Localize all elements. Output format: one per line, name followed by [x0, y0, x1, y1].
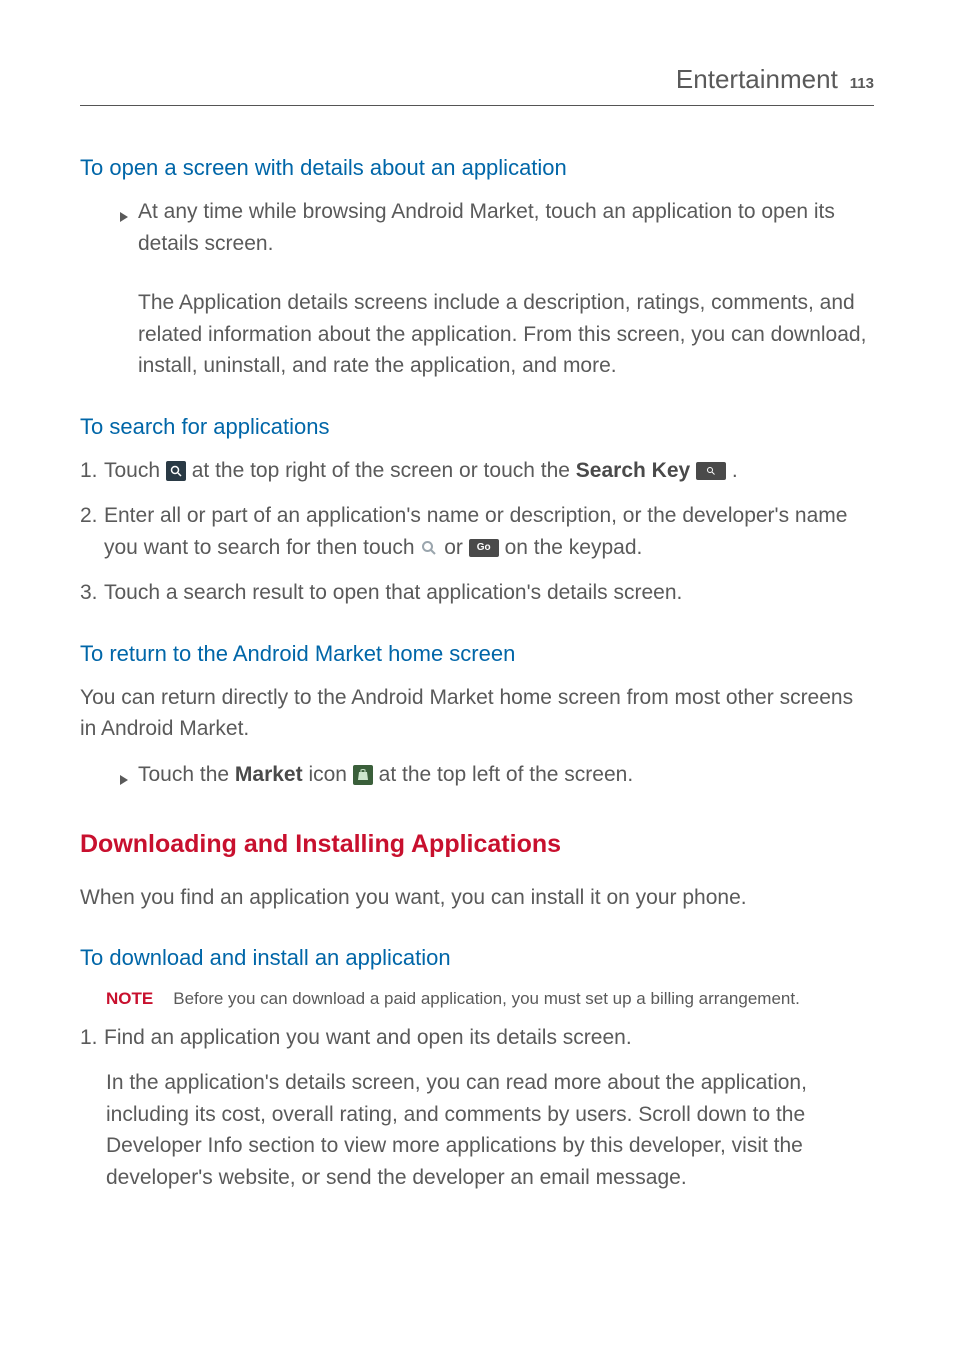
list-text: Touch a search result to open that appli…	[104, 577, 682, 609]
text-fragment: Touch the	[138, 763, 235, 786]
bullet-item: Touch the Market icon at the top left of…	[120, 759, 874, 795]
triangle-bullet-icon	[120, 200, 128, 232]
bullet-item: At any time while browsing Android Marke…	[120, 196, 874, 273]
list-item: 3. Touch a search result to open that ap…	[80, 577, 874, 609]
paragraph: In the application's details screen, you…	[80, 1067, 874, 1193]
numbered-list: 1. Touch at the top right of the screen …	[80, 455, 874, 609]
list-number: 1.	[80, 1022, 104, 1054]
search-key-icon	[696, 462, 726, 480]
market-label: Market	[235, 763, 303, 786]
text-fragment: at the top left of the screen.	[379, 763, 634, 786]
text-fragment: or	[444, 536, 469, 559]
list-item: 1. Find an application you want and open…	[80, 1022, 874, 1054]
search-key-label: Search Key	[576, 459, 690, 482]
note-label: NOTE	[106, 986, 153, 1012]
note-row: NOTE Before you can download a paid appl…	[80, 986, 874, 1012]
note-text: Before you can download a paid applicati…	[173, 986, 800, 1012]
numbered-list: 1. Find an application you want and open…	[80, 1022, 874, 1054]
magnify-icon	[420, 539, 438, 557]
paragraph: You can return directly to the Android M…	[80, 682, 874, 745]
text-fragment: icon	[308, 763, 352, 786]
go-button-icon: Go	[469, 539, 499, 557]
bullet-text: At any time while browsing Android Marke…	[138, 196, 874, 259]
heading-downloading-installing: Downloading and Installing Applications	[80, 826, 874, 864]
triangle-bullet-icon	[120, 763, 128, 795]
text-fragment: on the keypad.	[505, 536, 643, 559]
paragraph: When you find an application you want, y…	[80, 882, 874, 914]
header-title: Entertainment	[676, 60, 838, 99]
heading-open-details: To open a screen with details about an a…	[80, 151, 874, 184]
paragraph: The Application details screens include …	[120, 287, 874, 382]
text-fragment: Touch	[104, 459, 166, 482]
market-icon	[353, 765, 373, 785]
heading-search-apps: To search for applications	[80, 410, 874, 443]
search-icon	[166, 461, 186, 481]
page-header: Entertainment 113	[80, 60, 874, 106]
list-item: 1. Touch at the top right of the screen …	[80, 455, 874, 487]
list-text: Find an application you want and open it…	[104, 1022, 632, 1054]
heading-return-home: To return to the Android Market home scr…	[80, 637, 874, 670]
list-number: 3.	[80, 577, 104, 609]
header-page-number: 113	[850, 73, 874, 96]
heading-download-install-app: To download and install an application	[80, 941, 874, 974]
text-fragment: .	[732, 459, 738, 482]
list-number: 1.	[80, 455, 104, 487]
list-number: 2.	[80, 500, 104, 532]
list-item: 2. Enter all or part of an application's…	[80, 500, 874, 563]
text-fragment: at the top right of the screen or touch …	[192, 459, 576, 482]
